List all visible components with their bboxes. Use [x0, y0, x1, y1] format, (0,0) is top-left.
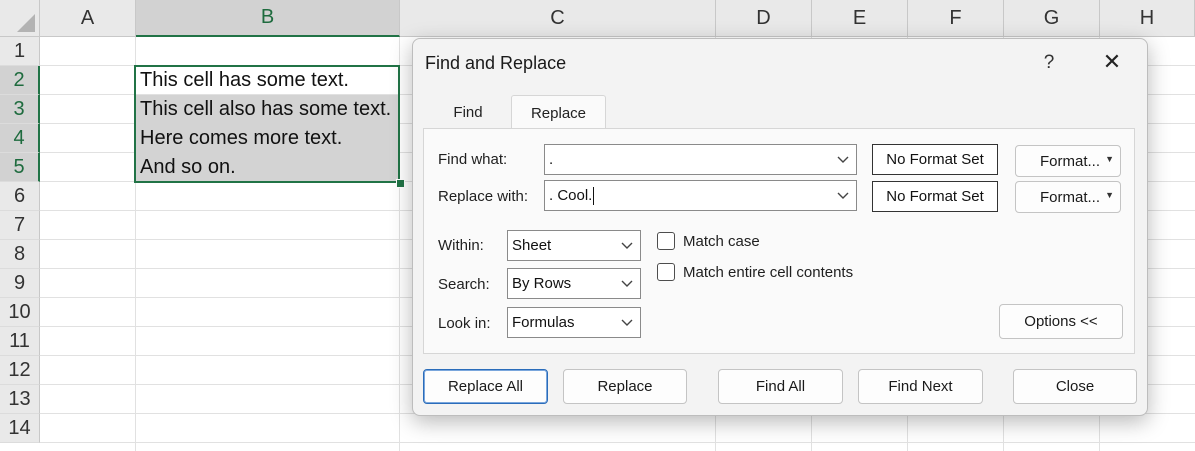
row-header-3[interactable]: 3: [0, 95, 40, 124]
replace-all-button[interactable]: Replace All: [423, 369, 548, 404]
replace-format-button[interactable]: Format... ▼: [1015, 181, 1121, 213]
tab-replace[interactable]: Replace: [511, 95, 606, 130]
gridline-row: [40, 442, 1195, 443]
row-header-14[interactable]: 14: [0, 414, 40, 443]
tab-find[interactable]: Find: [425, 95, 511, 129]
match-entire-label[interactable]: Match entire cell contents: [683, 264, 853, 281]
text-caret: [593, 186, 595, 205]
row-header-7[interactable]: 7: [0, 211, 40, 240]
find-what-input[interactable]: .: [544, 144, 857, 175]
column-header-a[interactable]: A: [40, 0, 136, 37]
row-header-13[interactable]: 13: [0, 385, 40, 414]
match-entire-checkbox[interactable]: [657, 263, 675, 281]
row-header-4[interactable]: 4: [0, 124, 40, 153]
selection-border: [134, 65, 400, 183]
chevron-down-icon[interactable]: [620, 316, 634, 330]
help-button[interactable]: ?: [1035, 49, 1063, 77]
close-icon[interactable]: ✕: [1097, 47, 1127, 77]
replace-format-status: No Format Set: [872, 181, 998, 212]
select-all-corner[interactable]: [0, 0, 40, 37]
within-label: Within:: [438, 237, 484, 254]
row-header-2[interactable]: 2: [0, 66, 40, 95]
fill-handle[interactable]: [396, 179, 405, 188]
look-in-label: Look in:: [438, 315, 491, 332]
find-what-label: Find what:: [438, 151, 508, 168]
match-case-label[interactable]: Match case: [683, 233, 760, 250]
find-format-status: No Format Set: [872, 144, 998, 175]
find-format-button[interactable]: Format... ▼: [1015, 145, 1121, 177]
column-header-d[interactable]: D: [716, 0, 812, 37]
row-header-10[interactable]: 10: [0, 298, 40, 327]
replace-with-input[interactable]: . Cool.: [544, 180, 857, 211]
match-case-checkbox[interactable]: [657, 232, 675, 250]
column-header-f[interactable]: F: [908, 0, 1004, 37]
dropdown-arrow-icon: ▼: [1105, 190, 1114, 200]
replace-with-text: . Cool.: [549, 187, 593, 204]
column-header-g[interactable]: G: [1004, 0, 1100, 37]
row-header-1[interactable]: 1: [0, 37, 40, 66]
chevron-down-icon[interactable]: [620, 239, 634, 253]
row-header-6[interactable]: 6: [0, 182, 40, 211]
replace-with-value: . Cool.: [549, 181, 595, 210]
search-label: Search:: [438, 276, 490, 293]
look-in-select[interactable]: Formulas: [507, 307, 641, 338]
column-header-e[interactable]: E: [812, 0, 908, 37]
dropdown-arrow-icon: ▼: [1105, 154, 1114, 164]
row-header-9[interactable]: 9: [0, 269, 40, 298]
find-replace-dialog: Find and Replace ? ✕ Find Replace Find w…: [412, 38, 1148, 416]
chevron-down-icon[interactable]: [836, 153, 850, 167]
select-all-triangle: [17, 14, 35, 32]
within-select[interactable]: Sheet: [507, 230, 641, 261]
replace-format-button-label: Format...: [1040, 188, 1101, 206]
row-header-8[interactable]: 8: [0, 240, 40, 269]
search-select[interactable]: By Rows: [507, 268, 641, 299]
search-value: By Rows: [512, 275, 572, 292]
find-what-value: .: [549, 151, 554, 168]
row-header-5[interactable]: 5: [0, 153, 40, 182]
replace-with-label: Replace with:: [438, 188, 529, 205]
row-header-12[interactable]: 12: [0, 356, 40, 385]
dialog-title: Find and Replace: [425, 53, 567, 73]
within-value: Sheet: [512, 237, 552, 254]
column-header-b[interactable]: B: [136, 0, 400, 37]
find-format-button-label: Format...: [1040, 152, 1101, 170]
replace-button[interactable]: Replace: [563, 369, 687, 404]
column-header-h[interactable]: H: [1100, 0, 1195, 37]
options-button[interactable]: Options <<: [999, 304, 1123, 339]
close-button[interactable]: Close: [1013, 369, 1137, 404]
chevron-down-icon[interactable]: [836, 189, 850, 203]
column-header-c[interactable]: C: [400, 0, 716, 37]
chevron-down-icon[interactable]: [620, 277, 634, 291]
find-next-button[interactable]: Find Next: [858, 369, 983, 404]
row-header-11[interactable]: 11: [0, 327, 40, 356]
look-in-value: Formulas: [512, 314, 575, 331]
find-all-button[interactable]: Find All: [718, 369, 843, 404]
